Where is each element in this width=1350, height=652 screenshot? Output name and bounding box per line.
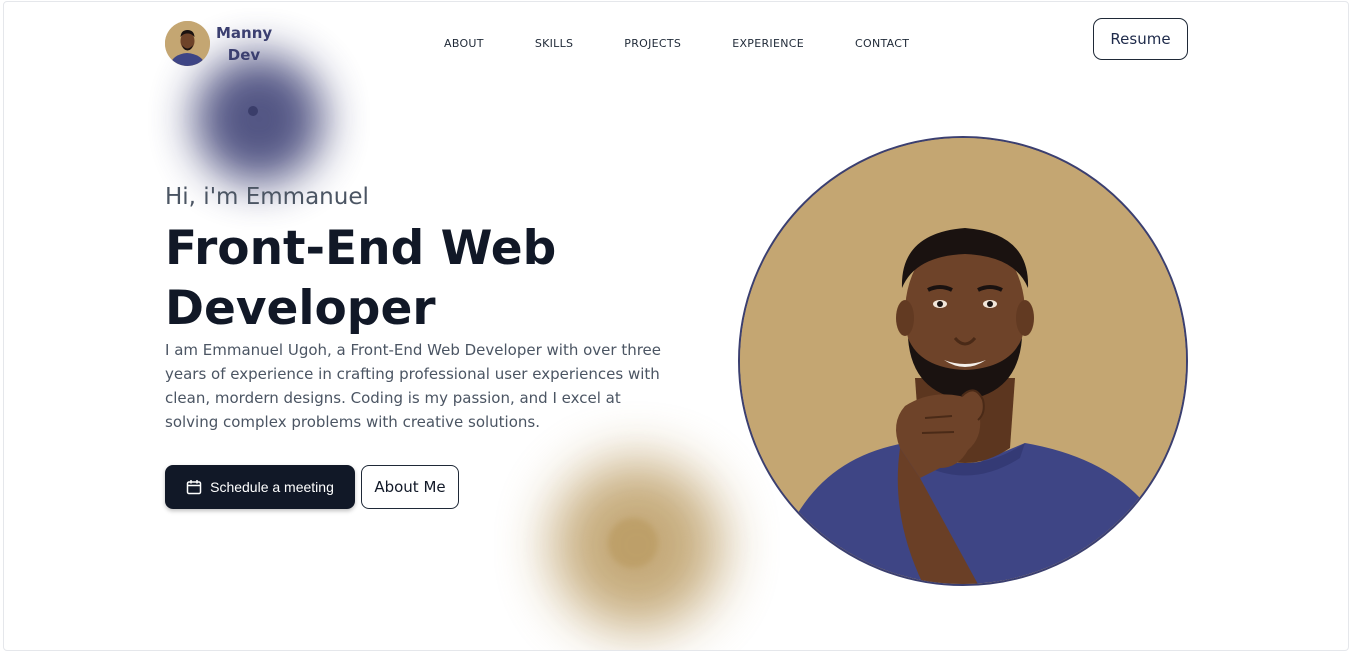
nav-link-contact[interactable]: CONTACT	[855, 37, 909, 50]
nav-link-skills[interactable]: SKILLS	[535, 37, 573, 50]
logo-text-line1: Manny	[216, 23, 273, 42]
hero-bio: I am Emmanuel Ugoh, a Front-End Web Deve…	[165, 341, 662, 431]
schedule-meeting-button[interactable]: Schedule a meeting	[165, 465, 355, 509]
about-me-button[interactable]: About Me	[361, 465, 459, 509]
nav-link-about[interactable]: ABOUT	[444, 37, 484, 50]
schedule-meeting-label: Schedule a meeting	[210, 479, 334, 495]
nav-link-projects[interactable]: PROJECTS	[624, 37, 681, 50]
profile-portrait	[738, 136, 1188, 586]
hero-greeting: Hi, i'm Emmanuel	[165, 184, 369, 210]
logo-avatar	[165, 21, 210, 66]
decorative-navy-dot	[248, 106, 258, 116]
main-nav: ABOUT SKILLS PROJECTS EXPERIENCE CONTACT	[444, 37, 909, 50]
resume-button[interactable]: Resume	[1093, 18, 1188, 60]
logo-text-line2: Dev	[227, 45, 261, 64]
logo-text: Manny Dev	[216, 22, 272, 66]
nav-link-experience[interactable]: EXPERIENCE	[732, 37, 804, 50]
page-frame: Manny Dev ABOUT SKILLS PROJECTS EXPERIEN…	[3, 1, 1349, 651]
decorative-gold-dot	[608, 518, 658, 568]
calendar-icon	[186, 479, 202, 495]
hero-headline: Front-End Web Developer	[165, 221, 557, 336]
decorative-navy-blob	[194, 54, 324, 184]
site-logo[interactable]: Manny Dev	[165, 21, 272, 66]
